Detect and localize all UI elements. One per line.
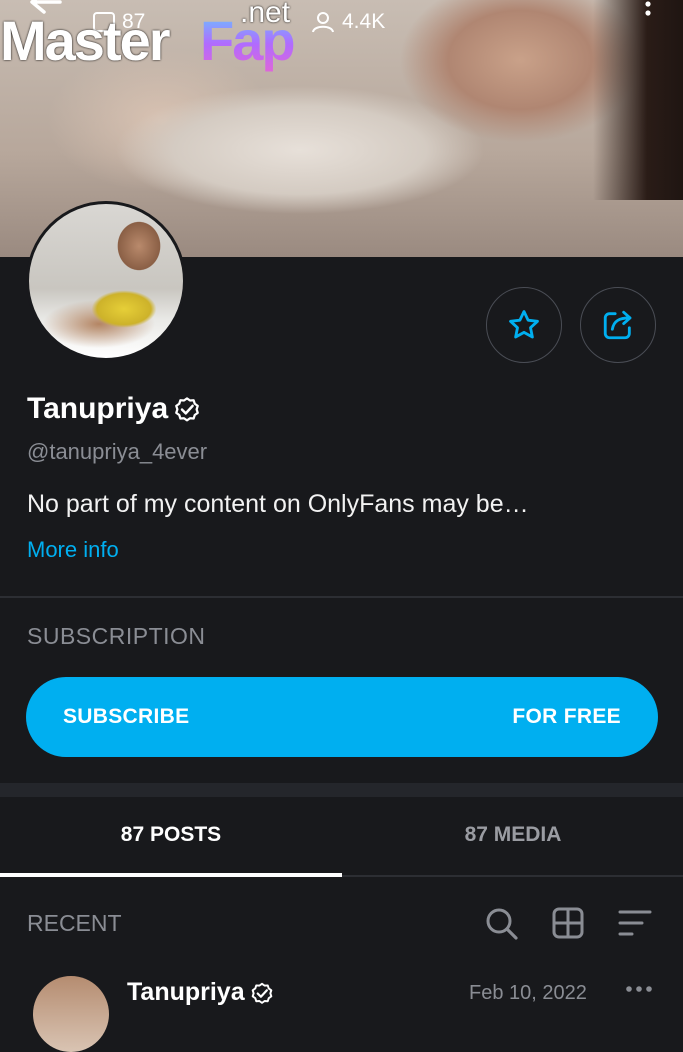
watermark-logo: Master Fap .net <box>0 0 310 76</box>
profile-bio: No part of my content on OnlyFans may be… <box>27 490 529 518</box>
profile-handle: @tanupriya_4ever <box>27 439 208 464</box>
more-info-link[interactable]: More info <box>27 537 119 563</box>
verified-icon <box>175 397 200 422</box>
profile-name-row: Tanupriya <box>27 392 202 426</box>
subscribe-button-label: SUBSCRIBE <box>63 705 190 728</box>
verified-icon <box>251 982 272 1004</box>
grid-icon[interactable] <box>552 906 584 940</box>
tab-media[interactable]: 87 MEDIA <box>342 823 683 847</box>
search-icon[interactable] <box>485 906 519 942</box>
likes-count: 4.4K <box>342 10 386 33</box>
watermark-suffix: .net <box>240 0 291 29</box>
subscription-label: SUBSCRIPTION <box>27 623 206 649</box>
profile-name: Tanupriya <box>27 392 169 425</box>
post-author-avatar[interactable] <box>33 976 109 1052</box>
watermark-text: Master <box>0 9 171 72</box>
likes-stat: 4.4K <box>310 10 385 34</box>
tab-posts[interactable]: 87 POSTS <box>0 823 342 847</box>
divider <box>0 596 683 598</box>
user-icon <box>312 12 334 33</box>
share-button[interactable] <box>580 287 656 363</box>
share-icon <box>603 310 632 340</box>
feed-section-label: RECENT <box>27 910 122 936</box>
favorite-button[interactable] <box>486 287 562 363</box>
post-date: Feb 10, 2022 <box>469 982 587 1004</box>
active-tab-indicator <box>0 873 342 877</box>
section-divider <box>0 783 683 797</box>
more-horizontal-icon[interactable] <box>626 984 652 994</box>
star-icon <box>509 310 539 339</box>
subscribe-price-label: FOR FREE <box>512 705 621 728</box>
subscribe-button[interactable]: SUBSCRIBE FOR FREE <box>26 677 658 757</box>
more-vertical-icon[interactable] <box>640 0 656 24</box>
sort-icon[interactable] <box>618 908 652 940</box>
post-author-name[interactable]: Tanupriya <box>127 978 245 1007</box>
profile-avatar[interactable] <box>26 201 186 361</box>
post-author-row: Tanupriya <box>127 978 275 1007</box>
